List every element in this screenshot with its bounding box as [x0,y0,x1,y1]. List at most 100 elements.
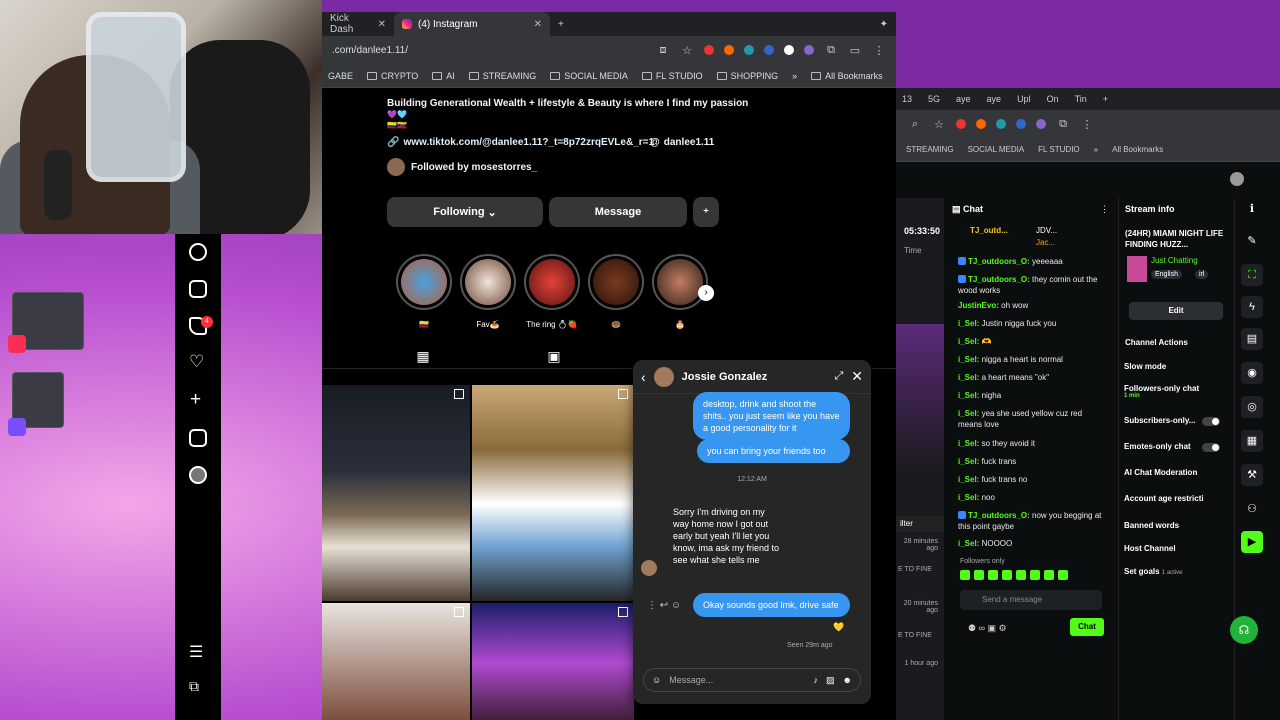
chat-username[interactable]: i_Sel: [958,539,979,548]
bookmark-fl-studio[interactable]: FL STUDIO [1038,145,1079,154]
bookmark-crypto[interactable]: CRYPTO [367,71,418,81]
message-actions[interactable]: ⋮ ↩ ☺ [647,600,681,611]
url-field[interactable]: .com/danlee1.11/ [332,45,646,56]
back-icon[interactable]: ‹ [641,369,646,385]
posts-grid-tab-icon[interactable]: ▦ [414,348,432,366]
close-icon[interactable]: ✕ [378,19,386,30]
message-bubble-sent[interactable]: desktop, drink and shoot the shits.. you… [693,392,850,440]
chat-username[interactable]: i_Sel: [958,409,979,418]
bookmark-shopping[interactable]: SHOPPING [716,71,778,81]
bookmark-social-media[interactable]: SOCIAL MEDIA [550,71,628,81]
followed-by[interactable]: Followed by mosestorres_ [387,158,537,176]
bookmark-star-icon[interactable]: ☆ [932,118,946,131]
leaderboard-item[interactable]: Jac... [1036,238,1055,247]
chat-message[interactable]: i_Sel: 🫶 [958,336,1106,347]
highlight-item[interactable]: The ring 💍🍓 [524,254,580,329]
profile-link[interactable]: 🔗 www.tiktok.com/@danlee1.11?_t=8p72zrqEV… [387,137,654,148]
chat-username[interactable]: i_Sel: [958,493,979,502]
chat-username[interactable]: i_Sel: [958,439,979,448]
broadcast-icon[interactable]: ◎ [1241,396,1263,418]
extension-icon[interactable] [804,45,814,55]
emote-bar[interactable] [960,570,1106,582]
tab-kick-dashboard[interactable]: Kick Dash ✕ [322,12,394,36]
chat-message[interactable]: TJ_outdoors_O: yeeeaaa [958,256,1106,267]
chat-message[interactable]: i_Sel: NOOOO [958,538,1106,549]
more-bookmarks-icon[interactable]: » [1094,145,1098,154]
chat-message[interactable]: i_Sel: nigha [958,390,1106,401]
tab-label[interactable]: On [1047,94,1059,104]
post-thumbnail[interactable] [472,385,634,601]
threads-link[interactable]: @ danlee1.11 [650,137,714,148]
extension-icon[interactable] [744,45,754,55]
create-icon[interactable]: + [190,389,201,411]
chat-message[interactable]: i_Sel: yea she used yellow cuz red means… [958,408,1106,430]
send-message-input[interactable]: Send a message [960,590,1102,610]
highlight-item[interactable]: Fav🍝 [460,254,516,329]
extensions-icon[interactable]: ✦ [872,12,896,36]
following-button[interactable]: Following ⌄ [387,197,543,227]
sidepanel-icon[interactable]: ▭ [848,44,862,57]
leaderboard-item[interactable]: TJ_outd... [970,226,1008,235]
message-bubble-sent[interactable]: Okay sounds good lmk, drive safe [693,593,850,617]
action-followers-only[interactable]: Followers-only chat 1 min [1124,384,1220,399]
close-icon[interactable]: ✕ [851,368,863,385]
avatar[interactable] [1230,172,1244,186]
chat-message[interactable]: i_Sel: nigga a heart is normal [958,354,1106,365]
menu-icon[interactable]: ⋮ [872,44,886,57]
bookmark-fl-studio[interactable]: FL STUDIO [641,71,703,81]
explore-icon[interactable] [189,243,207,261]
avatar[interactable] [653,366,674,387]
extension-icon[interactable] [1016,119,1026,129]
info-icon[interactable]: ℹ [1241,198,1263,220]
reels-tab-icon[interactable]: ▣ [545,348,563,366]
highlight-item[interactable]: 🍩 [588,254,644,329]
chat-username[interactable]: i_Sel: [958,319,979,328]
action-host-channel[interactable]: Host Channel [1124,544,1220,553]
chat-username[interactable]: TJ_outdoors_O: [968,275,1030,284]
subscribers-only-toggle[interactable] [1202,417,1220,426]
leaderboard-item[interactable]: JDV... [1036,226,1057,235]
profile-avatar[interactable] [189,466,207,484]
chat-username[interactable]: TJ_outdoors_O: [968,511,1030,520]
extension-icon[interactable] [996,119,1006,129]
group-icon[interactable]: ⚇ [1241,498,1263,520]
post-thumbnail[interactable] [472,603,634,720]
chat-send-button[interactable]: Chat [1070,618,1104,636]
chat-message[interactable]: JustinEvo: oh wow [958,300,1106,311]
chat-message[interactable]: i_Sel: Justin nigga fuck you [958,318,1106,329]
heart-icon[interactable]: ♡ [189,352,204,372]
chat-message[interactable]: i_Sel: so they avoid it [958,438,1106,449]
layout-icon[interactable]: ▦ [1241,430,1263,452]
chat-bubble-icon[interactable]: ◉ [1241,362,1263,384]
message-bubble-received[interactable]: Sorry I'm driving on my way home now I g… [663,500,793,572]
action-set-goals[interactable]: Set goals 1 active [1124,567,1220,576]
chat-username[interactable]: i_Sel: [958,355,979,364]
extension-icon[interactable] [976,119,986,129]
tool-icon[interactable]: ⛶ [1241,264,1263,286]
message-input[interactable]: ☺ Message... ♪ ▨ ☻ [643,668,861,692]
bookmark-ai[interactable]: AI [432,71,455,81]
tab-label[interactable]: aye [956,94,971,104]
lightning-icon[interactable]: ϟ [1241,296,1263,318]
new-tab-button[interactable]: + [550,12,572,36]
tab-label[interactable]: aye [987,94,1002,104]
also-from-meta-icon[interactable]: ⧉ [189,678,199,695]
action-ai-moderation[interactable]: AI Chat Moderation [1124,468,1220,477]
filter-label[interactable]: ilter [896,516,944,532]
bookmark-streaming[interactable]: STREAMING [468,71,536,81]
emotes-only-toggle[interactable] [1202,443,1220,452]
chat-message[interactable]: i_Sel: a heart means "ok" [958,372,1106,383]
extension-icon[interactable] [724,45,734,55]
highlight-item[interactable]: 🇨🇴 [396,254,452,329]
edit-icon[interactable]: ✎ [1241,230,1263,252]
puzzle-icon[interactable]: ⧉ [824,44,838,57]
chat-username[interactable]: i_Sel: [958,337,979,346]
chat-message[interactable]: TJ_outdoors_O: now you begging at this p… [958,510,1106,532]
chat-tools[interactable]: ⚉ ∞ ▣ ⚙ [968,623,1007,634]
post-thumbnail[interactable] [322,603,470,720]
action-banned-words[interactable]: Banned words [1124,521,1220,530]
bookmark-all[interactable]: All Bookmarks [811,71,883,81]
tab-label[interactable]: 5G [928,94,940,104]
extension-icon[interactable] [784,45,794,55]
action-account-age[interactable]: Account age restricti [1124,494,1220,503]
